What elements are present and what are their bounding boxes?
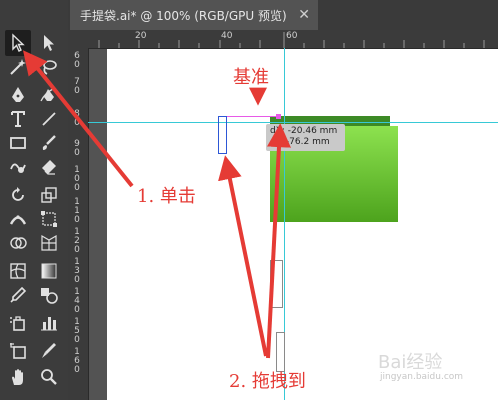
blend-tool-icon[interactable] — [36, 282, 62, 308]
symbol-sprayer-tool-icon[interactable] — [5, 310, 31, 336]
eraser-tool-icon[interactable] — [36, 154, 62, 180]
eyedropper-tool-icon[interactable] — [5, 282, 31, 308]
document-tab-bar: 手提袋.ai* @ 100% (RGB/GPU 预览) ✕ — [68, 0, 498, 30]
pen-tool-icon[interactable] — [5, 82, 31, 108]
selected-rectangle[interactable] — [218, 116, 227, 154]
ruler-left-label: 1 0 0 — [74, 165, 80, 193]
mesh-tool-icon[interactable] — [5, 258, 31, 284]
watermark-logo: Bai经验 — [378, 352, 443, 373]
step2-annotation: 2. 拖拽到 — [229, 371, 306, 392]
ruler-left-label: 1 1 0 — [74, 197, 80, 225]
horizontal-ruler[interactable]: 20 40 60 — [88, 30, 498, 49]
vertical-ruler[interactable]: 6 0 7 0 8 0 9 0 1 0 0 1 1 0 1 2 0 1 3 0 … — [68, 48, 89, 400]
horizontal-guide[interactable] — [88, 122, 498, 123]
ruler-left-label: 1 6 0 — [74, 347, 80, 375]
tools-panel — [0, 0, 69, 400]
document-tab-title: 手提袋.ai* @ 100% (RGB/GPU 预览) — [80, 8, 287, 23]
slice-tool-icon[interactable] — [36, 338, 62, 364]
watermark: Bai经验 jingyan.baidu.com — [378, 348, 496, 382]
type-tool-icon[interactable] — [5, 106, 31, 132]
close-icon[interactable]: ✕ — [298, 7, 310, 23]
dx-label: dX: — [270, 126, 285, 136]
ruler-top-label: 20 — [135, 31, 147, 41]
ruler-left-label: 6 0 — [74, 51, 80, 70]
curvature-tool-icon[interactable] — [36, 82, 62, 108]
dx-value: -20.46 mm — [287, 126, 338, 136]
ruler-corner[interactable] — [68, 30, 88, 48]
drag-distance-line — [222, 116, 278, 117]
reference-annotation: 基准 — [233, 67, 269, 88]
magic-wand-tool-icon[interactable] — [5, 54, 31, 80]
dy-value: -76.2 mm — [285, 137, 330, 147]
free-transform-tool-icon[interactable] — [36, 206, 62, 232]
ruler-left-label: 1 5 0 — [74, 317, 80, 345]
shape-builder-tool-icon[interactable] — [5, 230, 31, 256]
artboard-tool-icon[interactable] — [5, 338, 31, 364]
handle-outline-shape[interactable] — [276, 332, 285, 372]
ruler-left-label: 8 0 — [74, 109, 80, 128]
ruler-left-label: 1 4 0 — [74, 287, 80, 315]
width-tool-icon[interactable] — [5, 206, 31, 232]
scale-tool-icon[interactable] — [36, 182, 62, 208]
drag-target-point — [276, 114, 281, 119]
hand-tool-icon[interactable] — [5, 364, 31, 390]
perspective-grid-tool-icon[interactable] — [36, 230, 62, 256]
shaper-tool-icon[interactable] — [5, 154, 31, 180]
ruler-left-label: 1 2 0 — [74, 227, 80, 255]
selection-tool-icon[interactable] — [5, 30, 31, 56]
paintbrush-tool-icon[interactable] — [36, 130, 62, 156]
rectangle-tool-icon[interactable] — [5, 130, 31, 156]
gradient-tool-icon[interactable] — [36, 258, 62, 284]
column-graph-tool-icon[interactable] — [36, 310, 62, 336]
ruler-top-label: 40 — [221, 31, 233, 41]
ruler-left-label: 9 0 — [74, 139, 80, 158]
line-segment-tool-icon[interactable] — [36, 106, 62, 132]
lasso-tool-icon[interactable] — [36, 54, 62, 80]
direct-selection-tool-icon[interactable] — [36, 30, 62, 56]
watermark-url: jingyan.baidu.com — [380, 372, 464, 382]
ruler-left-label: 7 0 — [74, 77, 80, 96]
ruler-left-label: 1 3 0 — [74, 257, 80, 285]
rotate-tool-icon[interactable] — [5, 182, 31, 208]
handle-outline-shape[interactable] — [270, 260, 283, 308]
zoom-tool-icon[interactable] — [36, 364, 62, 390]
ruler-top-label: 60 — [286, 31, 298, 41]
step1-annotation: 1. 单击 — [137, 186, 196, 207]
dy-label: dY: — [270, 137, 284, 147]
document-tab[interactable]: 手提袋.ai* @ 100% (RGB/GPU 预览) ✕ — [70, 0, 318, 30]
measure-tooltip: dX: -20.46 mm dY: -76.2 mm — [266, 124, 345, 151]
